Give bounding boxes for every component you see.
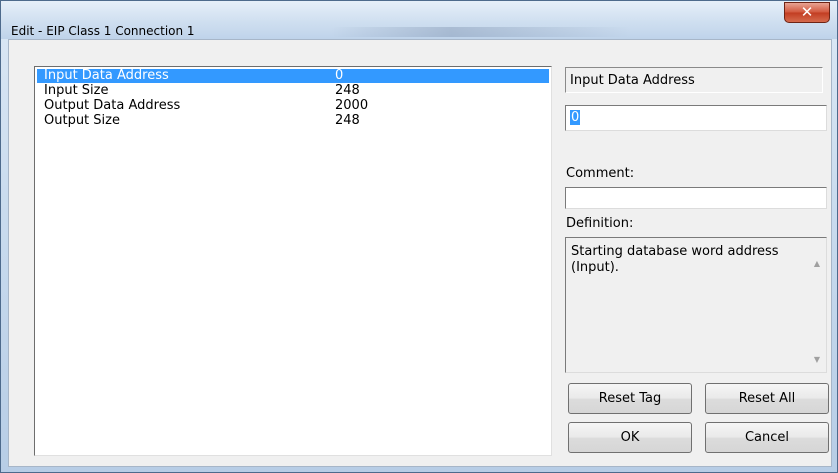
list-item[interactable]: Input Data Address 0 [37, 69, 549, 83]
definition-textarea[interactable]: Starting database word address (Input). … [565, 237, 827, 373]
value-input[interactable]: 0 [565, 105, 827, 131]
list-item-name: Input Data Address [44, 68, 169, 83]
definition-label: Definition: [566, 216, 634, 231]
scroll-down-arrow-icon[interactable]: ▼ [814, 352, 820, 368]
value-input-text: 0 [570, 110, 581, 125]
field-name-display: Input Data Address [565, 67, 823, 93]
cancel-button[interactable]: Cancel [705, 422, 829, 453]
list-item-value: 0 [335, 68, 344, 83]
close-button[interactable]: ✕ [784, 2, 830, 23]
scroll-up-arrow-icon[interactable]: ▲ [814, 256, 820, 272]
close-icon: ✕ [800, 3, 814, 21]
parameter-list[interactable]: Input Data Address 0 Input Size 248 Outp… [34, 66, 552, 456]
reset-all-button[interactable]: Reset All [705, 383, 829, 414]
ok-button[interactable]: OK [568, 422, 692, 453]
list-item-name: Input Size [44, 83, 109, 98]
list-item-name: Output Size [44, 113, 120, 128]
window-title: Edit - EIP Class 1 Connection 1 [11, 24, 195, 38]
title-bar[interactable]: Edit - EIP Class 1 Connection 1 ✕ [1, 1, 837, 39]
list-item-name: Output Data Address [44, 98, 181, 113]
list-item-value: 2000 [335, 98, 369, 113]
list-item[interactable]: Output Data Address 2000 [37, 99, 549, 113]
comment-input[interactable] [565, 187, 827, 209]
title-bar-glare [331, 27, 631, 37]
list-item-value: 248 [335, 83, 360, 98]
list-item-value: 248 [335, 113, 360, 128]
list-item[interactable]: Output Size 248 [37, 114, 549, 128]
reset-tag-button[interactable]: Reset Tag [568, 383, 692, 414]
edit-dialog-window: Edit - EIP Class 1 Connection 1 ✕ Input … [0, 0, 838, 473]
comment-label: Comment: [566, 166, 635, 181]
definition-text: Starting database word address (Input). [571, 244, 779, 275]
list-item[interactable]: Input Size 248 [37, 84, 549, 98]
